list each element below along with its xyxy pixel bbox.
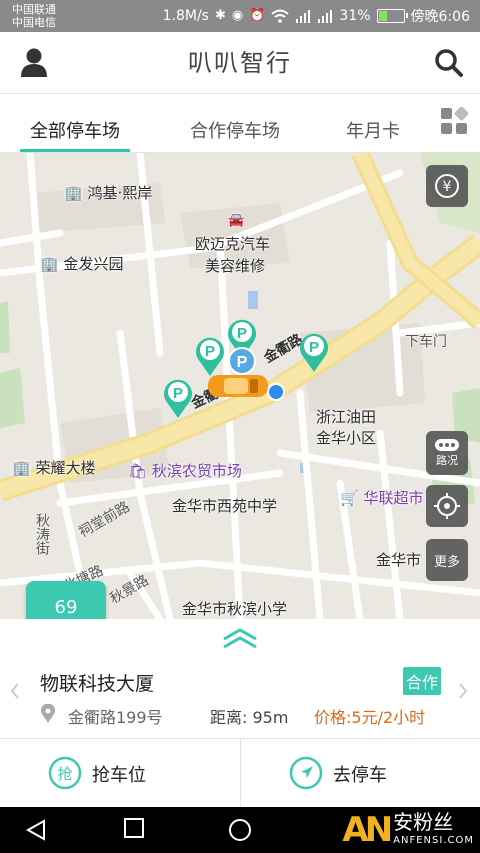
parking-address: 金衢路199号 <box>68 708 163 727</box>
crosshair-icon <box>434 493 460 519</box>
chevron-left-icon[interactable] <box>10 683 20 699</box>
my-location-dot <box>267 383 285 401</box>
traffic-button[interactable]: 路况 <box>426 431 468 475</box>
parking-info-panel: 物联科技大厦 合作 金衢路199号 距离: 95m 价格:5元/2小时 抢 抢车… <box>0 619 480 807</box>
locate-button[interactable] <box>426 485 468 527</box>
navigation-icon <box>289 756 323 790</box>
road-label: 秋涛街 <box>34 513 50 555</box>
poi-label: 🛍 秋滨农贸市场 <box>128 462 242 480</box>
parking-distance: 距离: 95m <box>210 708 289 727</box>
poi-label: 金华小区 <box>316 429 377 447</box>
watermark-en: ANFENSI.COM <box>393 835 474 846</box>
title-bar: 叭叭智行 <box>0 32 480 94</box>
carrier-2: 中国电信 <box>12 16 56 29</box>
chevron-right-icon[interactable] <box>458 683 468 699</box>
network-speed: 1.8M/s <box>162 8 209 24</box>
poi-label: 金华市秋滨小学 <box>182 600 288 618</box>
watermark-logo: AN <box>342 810 393 850</box>
grid-menu-icon[interactable] <box>440 107 468 135</box>
poi-label: 金华市 <box>376 551 422 569</box>
poi-label: 美容维修 <box>205 257 266 275</box>
parking-price: 价格:5元/2小时 <box>314 708 426 727</box>
system-nav-bar: AN 安粉丝 ANFENSI.COM <box>0 807 480 853</box>
partner-badge: 合作 <box>403 667 442 695</box>
grab-icon: 抢 <box>48 756 82 790</box>
poi-label: 🏢 金发兴园 <box>40 255 124 273</box>
tab-bar: 全部停车场 合作停车场 年月卡 <box>0 95 480 153</box>
svg-text:¥: ¥ <box>443 179 452 195</box>
poi-label: 浙江油田 <box>316 408 377 426</box>
poi-label: 金华市西苑中学 <box>172 497 278 515</box>
yuan-icon: ¥ <box>435 174 459 198</box>
alarm-icon: ⏰ <box>249 8 266 23</box>
svg-text:P: P <box>309 339 319 356</box>
parking-name: 物联科技大厦 <box>40 673 155 695</box>
location-icon: ◉ <box>231 8 244 23</box>
svg-text:P: P <box>205 343 215 360</box>
price-filter-button[interactable]: ¥ <box>426 165 468 207</box>
battery-icon <box>376 9 408 23</box>
clock: 傍晚6:06 <box>410 9 470 25</box>
tab-partner-parking[interactable]: 合作停车场 <box>180 95 290 152</box>
map-view[interactable]: 🏢 鸿基·熙岸 🏢 金发兴园 🚘 欧迈克汽车 美容维修 下车门 浙江油田 金华小… <box>0 153 480 619</box>
svg-text:抢: 抢 <box>57 765 72 783</box>
search-icon[interactable] <box>434 48 464 78</box>
more-button[interactable]: 更多 <box>426 539 468 581</box>
traffic-label: 路况 <box>436 454 458 467</box>
poi-label: 🛒 华联超市 <box>340 489 424 507</box>
battery-percent: 31% <box>339 8 371 24</box>
svg-text:P: P <box>173 385 183 402</box>
spaces-count: 69 <box>54 597 78 618</box>
more-label: 更多 <box>433 554 460 570</box>
car-service-icon: 🚘 <box>228 213 245 228</box>
poi-label: 🏢 荣耀大楼 <box>12 459 96 477</box>
carrier-1: 中国联通 <box>12 3 56 16</box>
poi-label: 下车门 <box>405 334 447 350</box>
back-icon[interactable] <box>24 818 48 842</box>
grab-spot-button[interactable]: 抢 抢车位 <box>0 739 240 807</box>
watermark-cn: 安粉丝 <box>393 810 454 834</box>
parking-pin[interactable]: P <box>162 377 194 419</box>
action-bar: 抢 抢车位 去停车 <box>0 738 480 807</box>
signal-icon <box>296 10 311 23</box>
location-pin-icon <box>41 704 55 723</box>
svg-text:P: P <box>237 325 247 342</box>
signal-icon <box>318 10 333 23</box>
parking-pin[interactable]: P <box>298 331 330 373</box>
bluetooth-icon: ✱ <box>214 8 226 23</box>
status-bar: 中国联通 中国电信 1.8M/s ✱ ◉ ⏰ 31% 傍晚6:06 <box>0 0 480 32</box>
parking-details: 金衢路199号 距离: 95m 价格:5元/2小时 <box>40 704 460 727</box>
go-label: 去停车 <box>333 765 387 786</box>
tab-all-parking[interactable]: 全部停车场 <box>20 95 130 152</box>
recent-apps-icon[interactable] <box>124 818 144 838</box>
poi-label: 欧迈克汽车 <box>195 235 271 253</box>
car-icon <box>208 375 268 397</box>
chevron-up-icon[interactable] <box>220 627 260 649</box>
svg-text:P: P <box>237 354 248 371</box>
wifi-icon <box>271 9 290 23</box>
navigate-parking-button[interactable]: 去停车 <box>240 739 480 807</box>
page-title: 叭叭智行 <box>188 49 292 77</box>
home-icon[interactable] <box>228 818 252 842</box>
grab-label: 抢车位 <box>92 765 146 786</box>
watermark: AN 安粉丝 ANFENSI.COM <box>342 807 474 853</box>
tab-monthly-card[interactable]: 年月卡 <box>338 95 408 152</box>
poi-label: 🏢 鸿基·熙岸 <box>64 184 153 202</box>
traffic-icon <box>435 439 459 451</box>
